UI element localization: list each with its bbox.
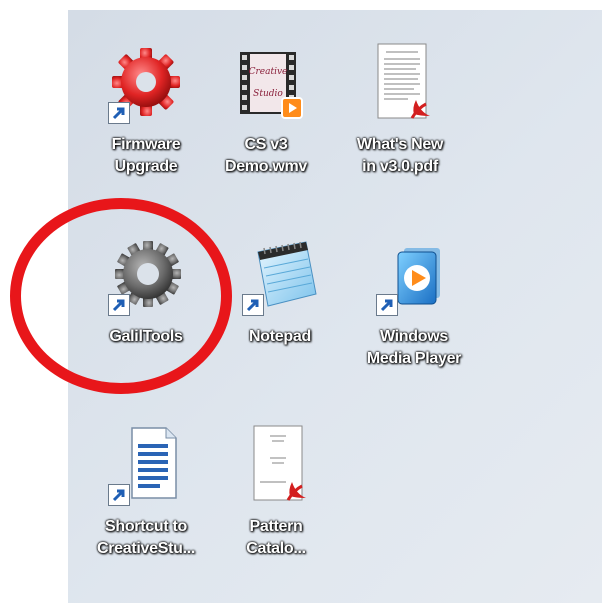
pdf-document-icon — [360, 42, 440, 122]
desktop-icon-whats-new-pdf[interactable]: What's New in v3.0.pdf — [340, 38, 460, 188]
icon-label: Notepad — [249, 328, 311, 345]
thumbnail-text-2: Studio — [253, 89, 283, 99]
notepad-icon — [240, 234, 320, 316]
desktop-icon-firmware-upgrade[interactable]: Firmware Upgrade — [86, 38, 206, 188]
icon-label: What's New in v3.0.pdf — [356, 136, 444, 175]
video-file-icon: Creative Studio — [226, 42, 306, 122]
thumbnail-text-1: Creative — [249, 67, 288, 77]
desktop-icon-pattern-catalog[interactable]: Pattern Catalo... — [216, 420, 336, 570]
icon-label: Shortcut to CreativeStu... — [96, 518, 196, 557]
shortcut-arrow-icon — [242, 294, 264, 316]
text-document-icon — [106, 424, 186, 506]
icon-label: Pattern Catalo... — [246, 518, 306, 557]
desktop-icon-galiltools[interactable]: GalilTools — [86, 230, 206, 380]
shortcut-arrow-icon — [108, 484, 130, 506]
icon-label: Windows Media Player — [366, 328, 462, 367]
media-player-icon — [374, 234, 454, 316]
shortcut-arrow-icon — [108, 294, 130, 316]
pdf-document-icon — [236, 424, 316, 504]
shortcut-arrow-icon — [108, 102, 130, 124]
shortcut-arrow-icon — [376, 294, 398, 316]
gray-gear-icon — [106, 234, 186, 316]
icon-label: GalilTools — [109, 328, 183, 345]
red-gear-icon — [106, 42, 186, 124]
icon-label: CS v3 Demo.wmv — [224, 136, 308, 175]
icon-label: Firmware Upgrade — [111, 136, 181, 175]
desktop-icon-cs-v3-demo[interactable]: Creative Studio CS v3 Demo.wmv — [206, 38, 326, 188]
desktop-icon-windows-media-player[interactable]: Windows Media Player — [354, 230, 474, 380]
desktop-icon-shortcut-creativestudio[interactable]: Shortcut to CreativeStu... — [86, 420, 206, 570]
desktop-icon-notepad[interactable]: Notepad — [220, 230, 340, 380]
